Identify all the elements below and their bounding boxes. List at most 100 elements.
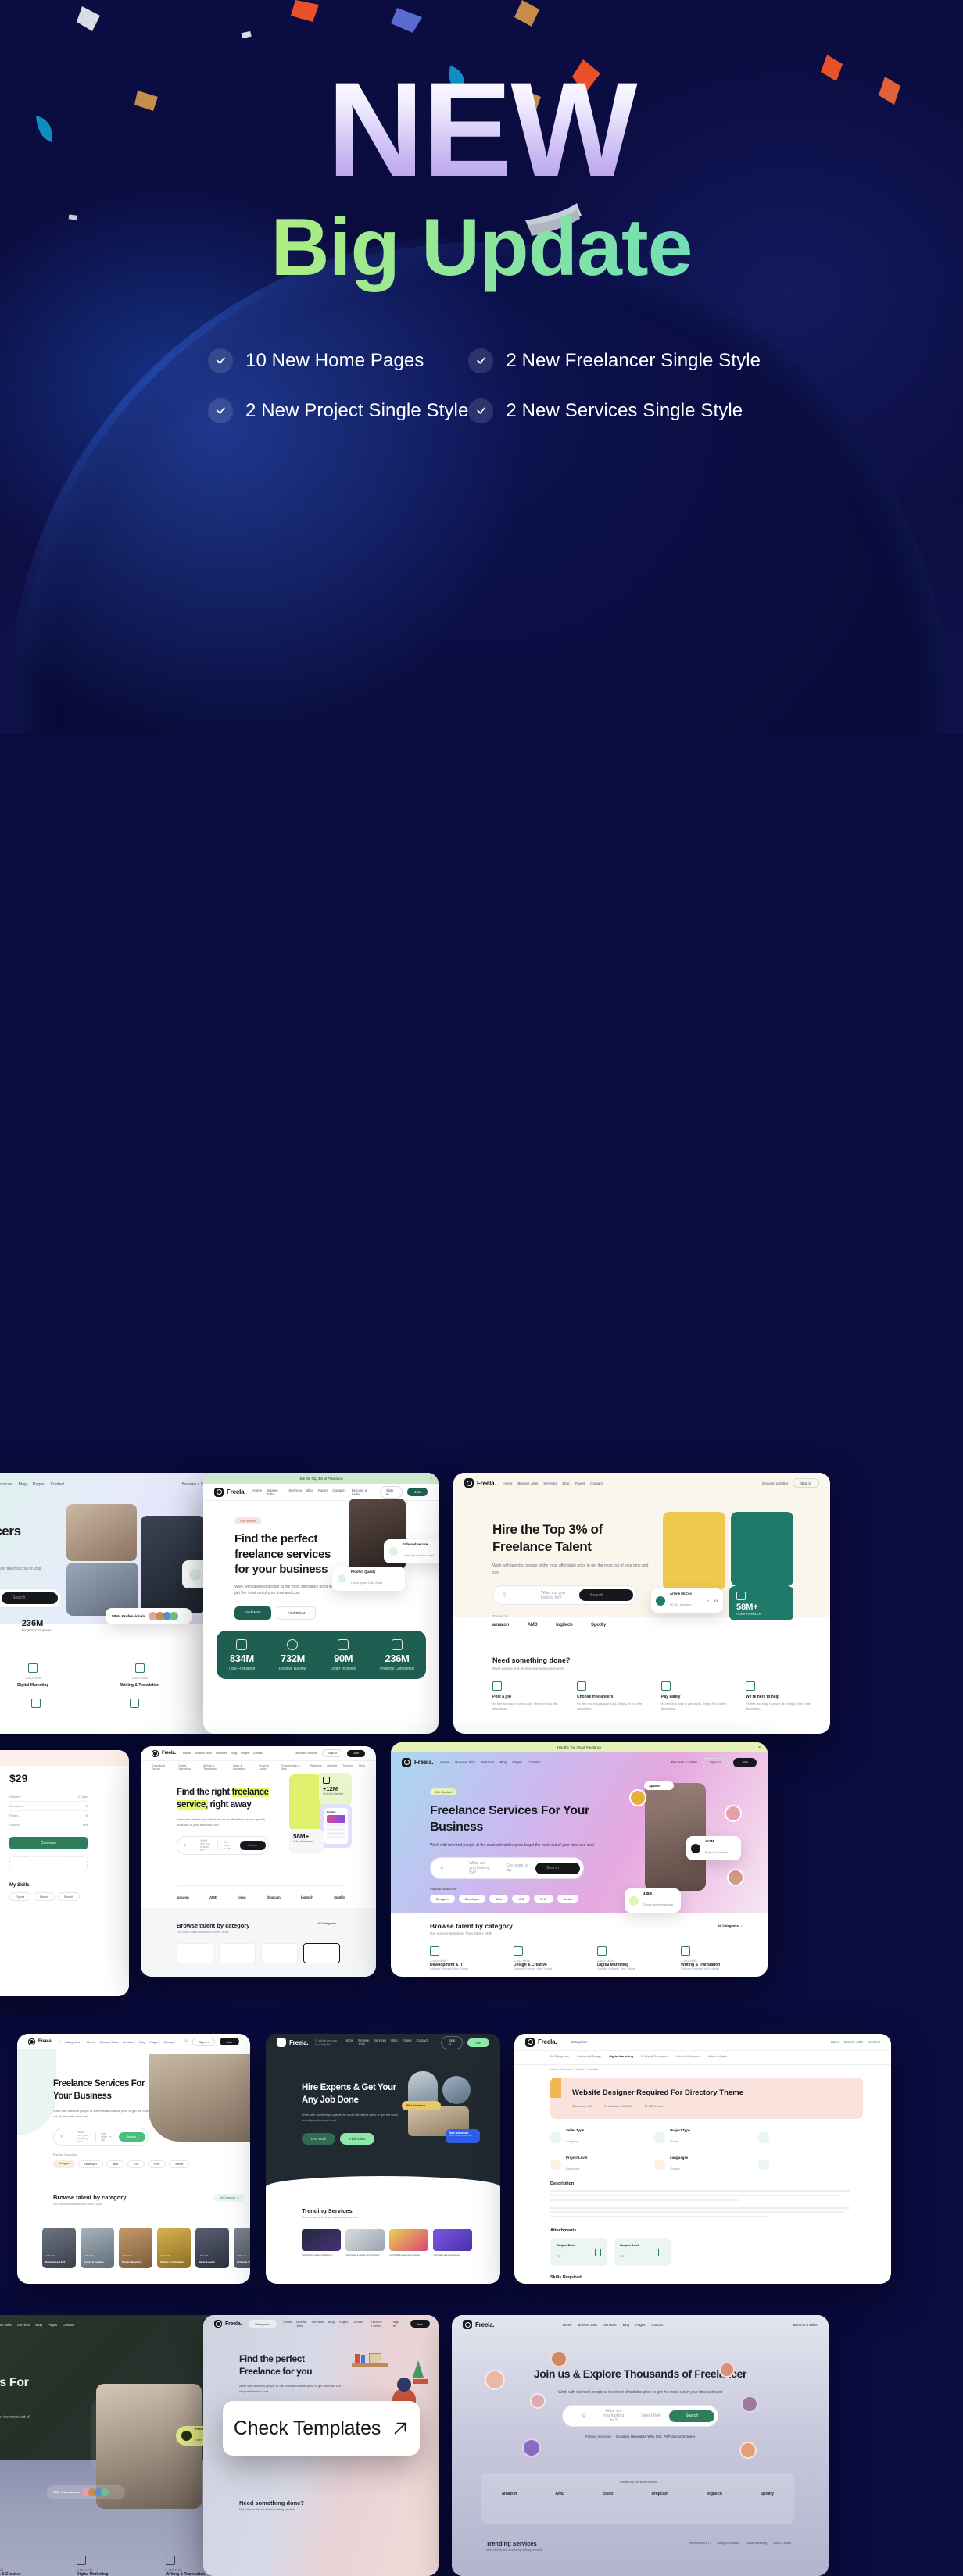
- mini-nav[interactable]: Freela. Home Browse Jobs Services Blog P…: [141, 1746, 376, 1761]
- category-item[interactable]: 1,853 skills Digital Marketing Software En…: [597, 1946, 659, 1970]
- nav-link[interactable]: Blog: [139, 2040, 145, 2044]
- nav-link[interactable]: Blog: [231, 1752, 237, 1755]
- become-seller-link[interactable]: Become a Seller: [371, 2320, 382, 2328]
- mini-nav[interactable]: Freela. Home Browse Jobs Services Blog P…: [453, 1473, 830, 1493]
- join-button[interactable]: Join: [467, 2038, 489, 2047]
- mini-nav-links[interactable]: Home Browse Jobs Services Blog Pages Con…: [0, 2323, 74, 2327]
- mini-nav-links[interactable]: Home Browse Jobs Services Blog Pages Con…: [345, 2038, 428, 2046]
- brand-logo[interactable]: Freela.: [402, 1757, 434, 1767]
- nav-link[interactable]: Pages: [575, 1481, 585, 1485]
- tag[interactable]: Designer: [53, 2160, 76, 2168]
- nav-link[interactable]: Home: [252, 1488, 262, 1496]
- nav-link[interactable]: Services: [603, 2323, 616, 2327]
- category-nav-link[interactable]: Music & Audio: [260, 1764, 276, 1770]
- skill-tag[interactable]: Figma: [9, 1892, 31, 1901]
- categories-menu[interactable]: Categories: [59, 2039, 80, 2044]
- category-nav-link[interactable]: Lifestyle: [327, 1764, 337, 1770]
- mini-nav-actions[interactable]: Become a Seller Sign in Join: [371, 2317, 431, 2330]
- nav-link[interactable]: Contact: [333, 1488, 345, 1496]
- trending-tab[interactable]: Digital Marketing: [746, 2542, 767, 2545]
- nav-link[interactable]: Contact: [164, 2040, 175, 2044]
- category-nav-link[interactable]: Trending: [342, 1764, 353, 1770]
- search-button[interactable]: Search: [2, 1592, 58, 1604]
- nav-link[interactable]: Blog: [623, 2323, 630, 2327]
- category-card[interactable]: [261, 1943, 298, 1963]
- template-card-project-single-detail[interactable]: Freela. Categories Home Browse Jobs Serv…: [514, 2034, 891, 2284]
- tag[interactable]: Web: [106, 2160, 125, 2168]
- brand-logo[interactable]: Freela.: [464, 1478, 496, 1488]
- search-button[interactable]: Search: [118, 2131, 145, 2142]
- nav-link[interactable]: Blog: [562, 1481, 569, 1485]
- join-button[interactable]: Join: [347, 1749, 365, 1757]
- sign-in-button[interactable]: Sign in: [380, 1485, 403, 1499]
- nav-link[interactable]: Services: [543, 1481, 557, 1485]
- nav-link[interactable]: Home: [345, 2038, 353, 2046]
- nav-link[interactable]: Home: [284, 2320, 292, 2328]
- template-card-freelance-services-gradient[interactable]: Hire the Top 3% of Freelance × Freela. H…: [391, 1742, 768, 1977]
- nav-link[interactable]: Services: [216, 1752, 227, 1755]
- sign-in-button[interactable]: Sign in: [440, 2035, 464, 2049]
- become-seller-link[interactable]: Become a Seller: [296, 1752, 318, 1755]
- tag[interactable]: Web: [489, 1895, 509, 1903]
- nav-link[interactable]: Contact: [353, 2320, 363, 2328]
- nav-link[interactable]: Services: [312, 2320, 324, 2328]
- location-input[interactable]: City, state, or zip: [498, 1863, 529, 1874]
- nav-link[interactable]: Contact: [528, 1760, 540, 1764]
- find-work-button[interactable]: Find Work: [302, 2132, 336, 2145]
- template-card-join-us-explore[interactable]: Freela. Home Browse Jobs Services Blog P…: [452, 2315, 829, 2576]
- nav-link[interactable]: Blog: [18, 1482, 26, 1487]
- mini-nav-links[interactable]: Home Browse Jobs Services Blog Pages Con…: [284, 2320, 364, 2328]
- mini-nav-links[interactable]: Home Browse Jobs Services Blog Pages Con…: [87, 2040, 174, 2044]
- nav-link[interactable]: Services: [481, 1760, 494, 1764]
- category-item[interactable]: 1,853 skills Writing & Translation Softwar…: [681, 1946, 743, 1970]
- trending-tab[interactable]: Design & Creative: [717, 2542, 739, 2545]
- search-button[interactable]: Search: [579, 1589, 633, 1602]
- search-bar[interactable]: ⚲ What are you looking for? City, state,…: [177, 1835, 269, 1855]
- nav-link[interactable]: Services: [17, 2323, 30, 2327]
- nav-link[interactable]: Pages: [635, 2323, 645, 2327]
- category-tile[interactable]: Writing & Translation 1,853 skills: [157, 2228, 191, 2268]
- nav-link[interactable]: Pages: [318, 1488, 328, 1496]
- nav-link[interactable]: Blog: [328, 2320, 335, 2328]
- nav-link[interactable]: Browse Jobs: [195, 1752, 212, 1755]
- mini-nav[interactable]: Freela. Categories Home Browse Jobs Serv…: [514, 2034, 891, 2051]
- subnav-link[interactable]: Writing & Translation: [641, 2055, 668, 2060]
- search-input[interactable]: What are you looking for?: [602, 2409, 625, 2423]
- search-bar[interactable]: ⚲ What are you looking for? City, state,…: [430, 1857, 584, 1880]
- tag[interactable]: IOS: [127, 2160, 145, 2168]
- nav-link[interactable]: Home: [183, 1752, 191, 1755]
- search-input[interactable]: What are you looking for?: [469, 1861, 492, 1875]
- categories-menu[interactable]: Categories: [564, 2040, 587, 2044]
- mini-nav-links[interactable]: Home Browse Jobs Services Blog Pages Con…: [183, 1752, 263, 1755]
- nav-link[interactable]: Services: [123, 2040, 134, 2044]
- category-item[interactable]: 1,853 skills Development & IT Software Eng…: [430, 1946, 492, 1970]
- tag[interactable]: Developer: [459, 1895, 486, 1903]
- attachment-item[interactable]: Project Brief PDF: [614, 2238, 671, 2266]
- nav-link[interactable]: Contact: [63, 2323, 74, 2327]
- mini-nav-actions[interactable]: Sign in Join: [440, 2035, 489, 2049]
- nav-link[interactable]: Browse Jobs: [358, 2038, 369, 2046]
- nav-link[interactable]: Contact: [253, 1752, 263, 1755]
- template-card-pricing-panel[interactable]: $29 Delivery 3 Days Revisions 2 Pages 5 Sou…: [0, 1750, 129, 1996]
- search-input[interactable]: What are you looking for?: [541, 1591, 573, 1600]
- nav-link[interactable]: Browse Jobs: [267, 1488, 284, 1496]
- mini-nav[interactable]: Freela. Categories Home Browse Jobs Serv…: [203, 2315, 439, 2332]
- all-categories-link[interactable]: All Categories →: [718, 1924, 743, 1928]
- continue-button[interactable]: Continue: [9, 1837, 88, 1849]
- template-card-find-perfect-services[interactable]: Hire the Top 3% of Freelance × Freela. H…: [203, 1473, 439, 1734]
- find-work-button[interactable]: Find Work: [234, 1606, 271, 1620]
- service-card[interactable]: I will make app development: [433, 2229, 472, 2256]
- brand-logo[interactable]: Freela.: [152, 1749, 176, 1757]
- join-button[interactable]: Join: [219, 2038, 239, 2045]
- nav-link[interactable]: Pages: [512, 1760, 522, 1764]
- subnav-link[interactable]: Music & Audio: [708, 2055, 727, 2060]
- template-card-hire-top-3-percent[interactable]: Freela. Home Browse Jobs Services Blog P…: [453, 1473, 830, 1734]
- all-category-button[interactable]: All Category ↗: [213, 2194, 245, 2202]
- nav-link[interactable]: Home: [440, 1760, 449, 1764]
- nav-link[interactable]: Services: [0, 1482, 12, 1487]
- categories-menu[interactable]: Categories: [249, 2320, 277, 2328]
- template-card-freelance-services-light[interactable]: Freela. Categories Home Browse Jobs Serv…: [17, 2034, 250, 2284]
- tag[interactable]: PHP: [534, 1895, 553, 1903]
- join-button[interactable]: Join: [406, 1488, 428, 1496]
- category-nav-link[interactable]: Digital Marketing: [179, 1764, 199, 1770]
